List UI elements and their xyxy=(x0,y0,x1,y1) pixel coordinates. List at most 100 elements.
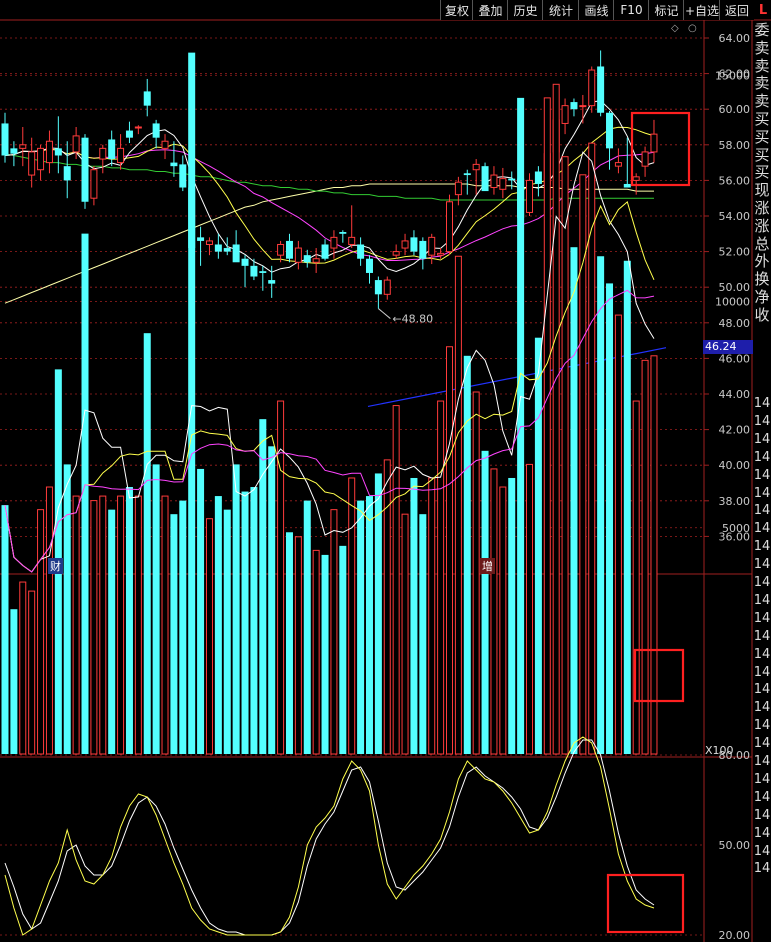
volume-bar xyxy=(241,491,249,754)
volume-bar xyxy=(561,156,569,755)
candle-body xyxy=(383,279,391,295)
candle-body xyxy=(303,255,311,263)
side-value-17: 14 xyxy=(753,700,771,716)
diamond-icon[interactable]: ◇ xyxy=(671,23,679,34)
candle-body xyxy=(170,162,178,167)
side-label-12: 总 xyxy=(754,234,770,253)
candle-body xyxy=(374,280,382,295)
toolbar-button-7[interactable]: +自选 xyxy=(683,0,720,20)
price-tick-label: 46.00 xyxy=(719,352,751,365)
side-value-2: 14 xyxy=(753,431,771,447)
volume-bar xyxy=(10,609,18,754)
volume-bar xyxy=(1,505,9,754)
volume-bar xyxy=(179,500,187,754)
candle-body xyxy=(570,102,578,110)
side-value-15: 14 xyxy=(753,664,771,680)
candle-body xyxy=(579,105,587,108)
candle-body xyxy=(285,240,293,259)
finance-badge[interactable]: 财 xyxy=(48,558,63,574)
volume-bar xyxy=(419,514,427,754)
side-label-5: 买 xyxy=(754,110,770,128)
candle-body xyxy=(37,147,45,171)
volume-bar xyxy=(232,464,240,754)
side-value-12: 14 xyxy=(753,610,771,626)
toolbar-button-3[interactable]: 统计 xyxy=(542,0,579,20)
volume-bar xyxy=(285,532,293,754)
candle-body xyxy=(410,237,418,252)
candle-body xyxy=(392,251,400,256)
candle-body xyxy=(339,232,347,234)
candle-body xyxy=(268,280,276,284)
volume-bar xyxy=(490,468,498,755)
candle-body xyxy=(463,173,471,176)
volume-bar xyxy=(401,513,409,755)
candle-body xyxy=(19,144,27,149)
price-tick-label: 56.00 xyxy=(719,174,751,187)
volume-bar xyxy=(534,337,542,754)
candle-body xyxy=(54,148,62,156)
settings-dot-icon[interactable]: ○ xyxy=(688,23,697,34)
price-tick-label: 50.00 xyxy=(719,281,751,294)
volume-bar xyxy=(250,487,258,754)
volume-bar xyxy=(606,283,614,754)
side-value-8: 14 xyxy=(753,539,771,555)
price-tick-label: 60.00 xyxy=(719,103,751,116)
volume-tick-label: 10000 xyxy=(715,296,750,309)
candle-body xyxy=(117,147,125,164)
candle-body xyxy=(312,258,320,263)
volume-bar xyxy=(294,536,302,755)
side-value-7: 14 xyxy=(753,521,771,537)
toolbar-button-0[interactable]: 复权 xyxy=(440,0,473,20)
volume-bar xyxy=(499,486,507,755)
side-value-23: 14 xyxy=(753,807,771,823)
candle-body xyxy=(143,91,151,106)
toolbar-button-4[interactable]: 画线 xyxy=(578,0,614,20)
toolbar-button-8[interactable]: 返回 xyxy=(719,0,754,20)
side-label-6: 买 xyxy=(754,127,770,146)
candle-body xyxy=(401,240,409,249)
price-tick-label: 38.00 xyxy=(719,495,751,508)
toolbar-button-2[interactable]: 历史 xyxy=(507,0,543,20)
side-value-4: 14 xyxy=(753,467,771,483)
side-value-13: 14 xyxy=(753,628,771,644)
volume-bar xyxy=(143,333,151,754)
price-tick-label: 64.00 xyxy=(719,32,751,45)
volume-bar xyxy=(117,495,125,755)
candle-body xyxy=(81,137,89,202)
volume-bar xyxy=(152,464,160,754)
side-value-10: 14 xyxy=(753,575,771,590)
side-label-15: 净 xyxy=(754,288,770,306)
kline-chart[interactable]: 64.0062.0060.0058.0056.0054.0052.0050.00… xyxy=(0,0,771,942)
candle-body xyxy=(641,151,649,167)
volume-bar xyxy=(268,446,276,754)
volume-bar xyxy=(170,514,178,754)
volume-bar xyxy=(188,52,196,754)
candle-body xyxy=(588,69,596,107)
toolbar-button-6[interactable]: 标记 xyxy=(648,0,684,20)
candle-body xyxy=(214,244,222,252)
side-label-14: 换 xyxy=(754,270,770,289)
volume-bar xyxy=(454,255,462,755)
volume-bar xyxy=(526,463,534,755)
side-value-24: 14 xyxy=(753,825,771,841)
kdj-tick-label: 50.00 xyxy=(719,839,751,852)
volume-bar xyxy=(552,83,560,755)
candle-body xyxy=(499,178,507,190)
volume-bar xyxy=(312,549,320,755)
side-value-26: 14 xyxy=(753,861,771,877)
volume-tick-label: 15000 xyxy=(715,69,750,82)
increase-badge[interactable]: 增 xyxy=(480,558,495,574)
volume-bar xyxy=(428,477,436,755)
side-value-16: 14 xyxy=(753,682,771,698)
volume-bar xyxy=(63,464,71,754)
candle-body xyxy=(250,265,258,277)
volume-bar xyxy=(28,590,36,755)
candle-body xyxy=(632,176,640,181)
candle-body xyxy=(597,66,605,113)
toolbar-button-5[interactable]: F10 xyxy=(613,0,649,20)
toolbar-button-1[interactable]: 叠加 xyxy=(472,0,508,20)
side-label-13: 外 xyxy=(754,252,770,271)
volume-unit-label: X100 xyxy=(705,744,734,757)
side-value-22: 14 xyxy=(753,789,771,805)
side-value-3: 14 xyxy=(753,449,771,465)
